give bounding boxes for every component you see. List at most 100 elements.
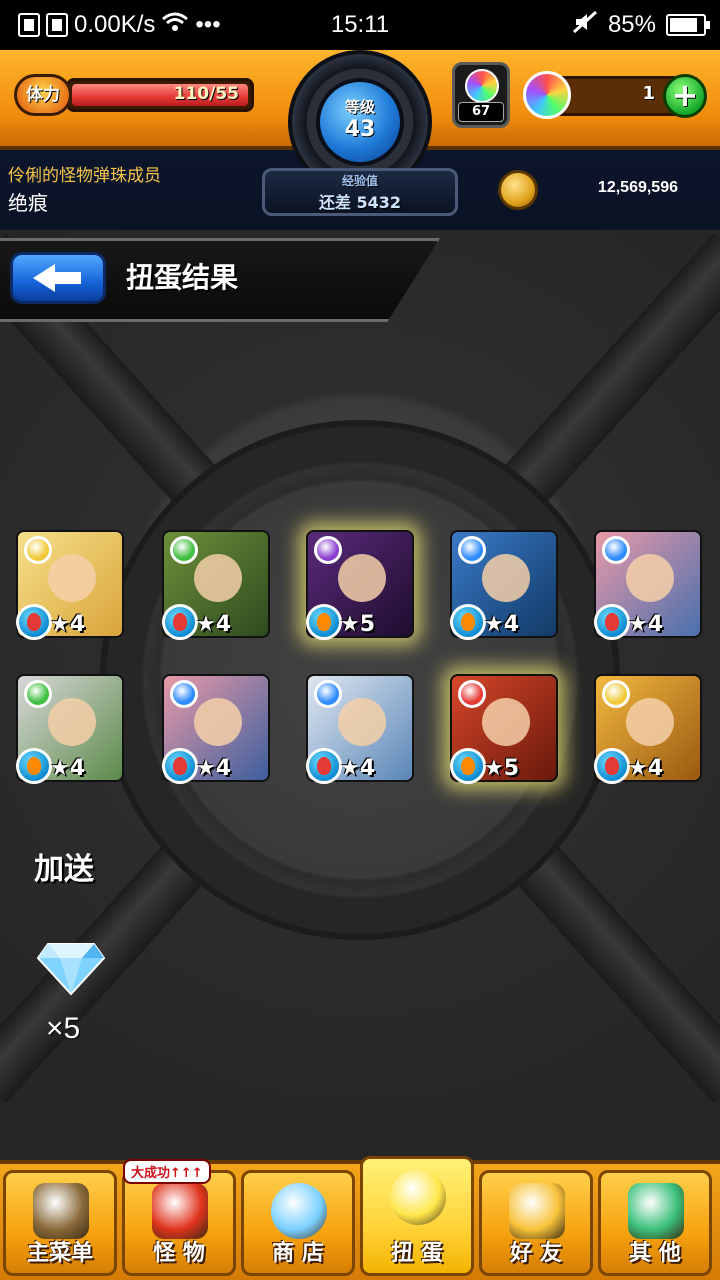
wifi-icon bbox=[161, 11, 189, 40]
nav-item[interactable]: 其 他 bbox=[598, 1170, 712, 1276]
monster-face bbox=[48, 698, 96, 746]
rainbow-gem-icon bbox=[523, 71, 571, 119]
monster-card[interactable]: ★5 bbox=[450, 674, 558, 784]
coin-value: 12,569,596 bbox=[597, 179, 678, 196]
nav-item[interactable]: 怪 物 大成功↑↑↑ bbox=[122, 1159, 236, 1276]
heart-glyph bbox=[317, 757, 331, 775]
stamina-bar[interactable]: 110/55 bbox=[66, 78, 254, 112]
monster-face bbox=[48, 554, 96, 602]
monster-card[interactable]: ★4 bbox=[306, 674, 414, 784]
water-element-icon bbox=[458, 536, 486, 564]
nav-label: 怪 物 bbox=[153, 1241, 205, 1266]
monster-card[interactable]: ★4 bbox=[16, 530, 124, 640]
monster-card[interactable]: ★4 bbox=[162, 674, 270, 784]
battery-icon bbox=[666, 14, 710, 36]
monster-face bbox=[338, 698, 386, 746]
orb-count: 67 bbox=[458, 102, 504, 122]
stamina-badge: 体力 bbox=[14, 74, 72, 116]
monster-card[interactable]: ★4 bbox=[594, 674, 702, 784]
level-value: 43 bbox=[344, 117, 376, 142]
monster-rarity: ★4 bbox=[196, 756, 232, 781]
fire-element-icon bbox=[458, 680, 486, 708]
nav-label: 扭 蛋 bbox=[391, 1241, 443, 1266]
nav-item[interactable]: 商 店 bbox=[241, 1170, 355, 1276]
monster-rarity: ★4 bbox=[484, 612, 520, 637]
bonus-count: ×5 bbox=[46, 1012, 81, 1045]
wood-element-icon bbox=[170, 536, 198, 564]
page-title: 扭蛋结果 bbox=[126, 261, 239, 294]
exp-label: 经验值 bbox=[341, 174, 378, 188]
monster-rarity: ★4 bbox=[50, 756, 86, 781]
friends-icon bbox=[509, 1183, 565, 1239]
heart-glyph bbox=[605, 613, 619, 631]
exp-panel: 经验值 还差 5432 bbox=[262, 168, 458, 216]
game-header: 110/55 体力 等级 43 经验值 还差 5432 67 1 + 伶俐的怪物… bbox=[0, 50, 720, 230]
luck-orb-icon bbox=[465, 69, 499, 103]
heart-type-icon bbox=[162, 604, 198, 640]
back-button[interactable] bbox=[10, 252, 106, 304]
nav-label: 好 友 bbox=[510, 1241, 562, 1266]
monster-rarity: ★4 bbox=[628, 756, 664, 781]
battery-percent: 85% bbox=[607, 11, 656, 38]
monster-face bbox=[626, 698, 674, 746]
monster-grid: ★4 ★4 ★5 ★4 ★4 ★4 ★4 ★4 ★5 ★4 bbox=[16, 530, 706, 790]
nav-label: 其 他 bbox=[629, 1241, 681, 1266]
water-element-icon bbox=[314, 680, 342, 708]
nav-item[interactable]: 主菜单 bbox=[3, 1170, 117, 1276]
status-right: 85% bbox=[572, 10, 710, 41]
heart-glyph bbox=[173, 757, 187, 775]
dark-element-icon bbox=[314, 536, 342, 564]
heart-glyph bbox=[173, 613, 187, 631]
monster-rarity: ★4 bbox=[628, 612, 664, 637]
sim2-icon bbox=[46, 13, 68, 37]
sim1-icon bbox=[18, 13, 40, 37]
luck-orb-box[interactable]: 67 bbox=[452, 62, 510, 128]
coin-icon bbox=[498, 170, 538, 210]
monster-face bbox=[482, 698, 530, 746]
monster-face bbox=[482, 554, 530, 602]
monster-card[interactable]: ★4 bbox=[450, 530, 558, 640]
add-gem-button[interactable]: + bbox=[663, 74, 707, 118]
heart-type-icon bbox=[16, 604, 52, 640]
nav-label: 主菜单 bbox=[26, 1241, 93, 1266]
monster-card[interactable]: ★4 bbox=[594, 530, 702, 640]
orb-icon bbox=[271, 1183, 327, 1239]
diamond-icon bbox=[36, 940, 106, 996]
heart-type-icon bbox=[306, 748, 342, 784]
gem-count: 1 bbox=[642, 83, 655, 104]
fire-glyph bbox=[317, 613, 331, 631]
fire-type-icon bbox=[450, 604, 486, 640]
heart-type-icon bbox=[162, 748, 198, 784]
great-success-badge: 大成功↑↑↑ bbox=[123, 1159, 211, 1184]
nav-item[interactable]: 扭 蛋 bbox=[360, 1156, 474, 1276]
monster-card[interactable]: ★4 bbox=[16, 674, 124, 784]
mute-icon bbox=[572, 10, 598, 41]
monster-rarity: ★5 bbox=[484, 756, 520, 781]
monster-rarity: ★4 bbox=[340, 756, 376, 781]
water-element-icon bbox=[170, 680, 198, 708]
fire-glyph bbox=[461, 613, 475, 631]
monster-face bbox=[338, 554, 386, 602]
status-bar: 0.00K/s ••• 15:11 85% bbox=[0, 0, 720, 50]
fire-type-icon bbox=[306, 604, 342, 640]
monster-icon bbox=[152, 1183, 208, 1239]
water-element-icon bbox=[602, 536, 630, 564]
monster-card[interactable]: ★4 bbox=[162, 530, 270, 640]
heart-glyph bbox=[27, 613, 41, 631]
more-dots: ••• bbox=[195, 11, 221, 38]
monster-rarity: ★5 bbox=[340, 612, 376, 637]
monster-card[interactable]: ★5 bbox=[306, 530, 414, 640]
fire-type-icon bbox=[450, 748, 486, 784]
light-element-icon bbox=[24, 536, 52, 564]
question-icon bbox=[628, 1183, 684, 1239]
fire-type-icon bbox=[16, 748, 52, 784]
light-element-icon bbox=[602, 680, 630, 708]
level-label: 等级 bbox=[344, 98, 375, 116]
heart-type-icon bbox=[594, 604, 630, 640]
monster-rarity: ★4 bbox=[196, 612, 232, 637]
fire-glyph bbox=[27, 757, 41, 775]
monster-face bbox=[626, 554, 674, 602]
gem-bar: 1 + bbox=[523, 71, 707, 119]
back-arrow-icon bbox=[33, 264, 81, 292]
nav-item[interactable]: 好 友 bbox=[479, 1170, 593, 1276]
